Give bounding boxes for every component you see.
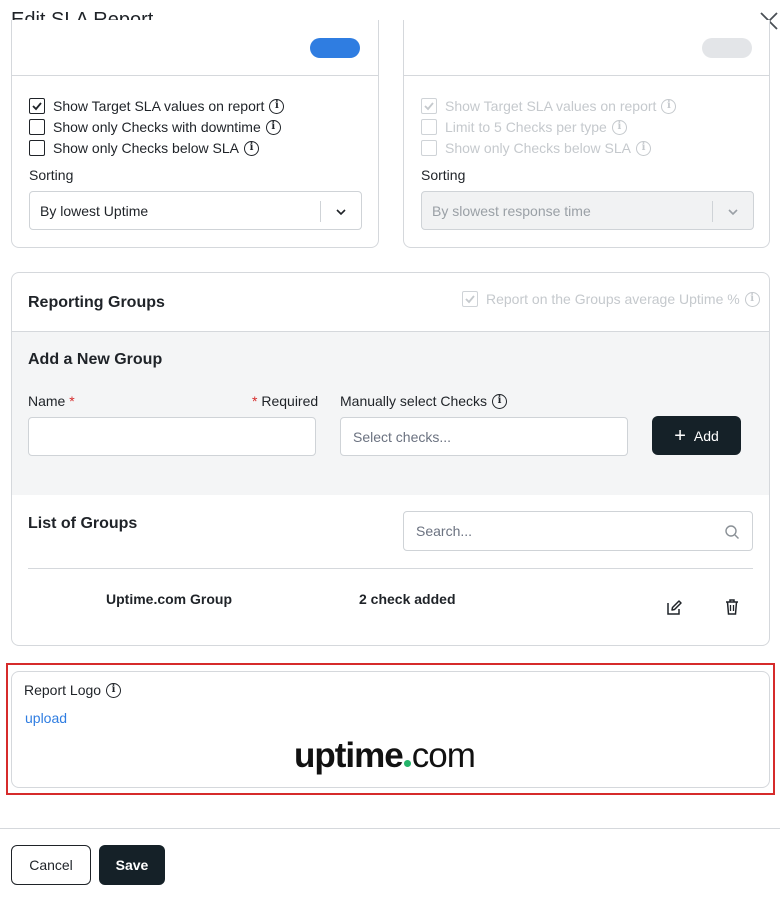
report-logo-card: Report Logo i upload uptime com [11,671,770,788]
info-icon: i [744,291,760,307]
name-label: Name * [28,393,75,409]
option-label: Show only Checks below SLA [53,140,239,156]
required-label: Required [261,393,319,409]
checkbox-checked-disabled [421,98,437,114]
uptime-logo: uptime com [294,736,476,776]
required-hint: * Required [252,393,318,409]
option-show-only-below-sla[interactable]: Show only Checks below SLA i [29,139,259,157]
option-label: Show Target SLA values on report [445,98,657,114]
info-icon[interactable]: i [244,140,259,156]
info-icon[interactable]: i [269,98,285,114]
info-icon[interactable]: i [492,393,508,409]
option-limit-5-checks-disabled: Limit to 5 Checks per type i [421,118,627,136]
info-icon[interactable]: i [265,119,281,135]
save-button[interactable]: Save [99,845,165,885]
name-label-text: Name [28,393,66,409]
logo-text-main: uptime [294,736,404,775]
chevron-down-icon [728,209,738,216]
left-toggle[interactable] [310,38,360,58]
left-settings-card: Show Target SLA values on report i Show … [11,20,379,248]
info-icon: i [611,119,627,135]
edit-icon[interactable] [665,599,683,617]
manual-select-label: Manually select Checks i [340,393,508,409]
logo-text-suffix: com [411,736,476,775]
add-button-label: Add [693,427,719,444]
right-settings-card: Show Target SLA values on report i Limit… [403,20,770,248]
group-name: Uptime.com Group [106,591,233,607]
footer-divider [0,828,780,829]
chevron-down-icon[interactable] [334,205,348,219]
average-uptime-option: Report on the Groups average Uptime % i [462,291,760,307]
info-icon: i [661,98,677,114]
search-icon [725,525,739,539]
trash-icon[interactable] [723,598,741,616]
option-label: Show only Checks below SLA [445,140,631,156]
card-divider [404,75,769,76]
upload-link[interactable]: upload [25,710,67,726]
required-star: * [69,393,75,409]
search-placeholder: Search... [416,523,473,539]
info-icon: i [636,140,651,156]
required-star: * [252,393,258,409]
reporting-groups-title: Reporting Groups [28,294,165,311]
plus-icon: + [674,424,686,447]
report-logo-label-text: Report Logo [24,682,102,698]
sorting-label: Sorting [421,167,466,183]
checkbox[interactable] [29,140,45,156]
group-name-input[interactable] [28,417,316,456]
new-group-title: Add a New Group [28,351,163,368]
reporting-groups-card: Reporting Groups Report on the Groups av… [11,272,770,646]
checkbox[interactable] [29,119,45,135]
add-group-button[interactable]: + Add [652,416,741,455]
sorting-value: By slowest response time [432,202,591,219]
sorting-select[interactable]: By lowest Uptime [29,191,362,230]
sorting-label: Sorting [29,167,74,183]
checkbox-checked[interactable] [29,98,45,114]
option-label: Limit to 5 Checks per type [445,119,607,135]
select-checks-placeholder: Select checks... [353,428,452,445]
new-group-section: Add a New Group Name * * Required Manual… [12,332,769,495]
sorting-select-disabled: By slowest response time [421,191,754,230]
select-separator [712,201,713,222]
checkbox-checked-disabled [462,291,478,307]
list-divider [28,568,753,569]
checkbox-disabled [421,119,437,135]
option-show-target-sla[interactable]: Show Target SLA values on report i [29,97,285,115]
manual-select-label-text: Manually select Checks [340,393,488,409]
report-logo-label: Report Logo i [24,682,122,698]
sorting-value: By lowest Uptime [40,202,149,219]
group-search-input[interactable]: Search... [403,511,753,551]
select-separator [320,201,321,222]
average-uptime-label: Report on the Groups average Uptime % [486,291,740,307]
info-icon[interactable]: i [106,682,122,698]
logo-dot [403,760,411,767]
option-label: Show Target SLA values on report [53,98,265,114]
cancel-button[interactable]: Cancel [11,845,91,885]
group-check-count: 2 check added [359,591,456,607]
right-toggle[interactable] [702,38,752,58]
option-show-target-sla-disabled: Show Target SLA values on report i [421,97,677,115]
card-divider [12,75,378,76]
option-label: Show only Checks with downtime [53,119,261,135]
option-show-only-below-sla-disabled: Show only Checks below SLA i [421,139,651,157]
list-of-groups-title: List of Groups [28,515,138,532]
checkbox-disabled [421,140,437,156]
select-checks-input[interactable]: Select checks... [340,417,628,456]
option-show-only-downtime[interactable]: Show only Checks with downtime i [29,118,281,136]
